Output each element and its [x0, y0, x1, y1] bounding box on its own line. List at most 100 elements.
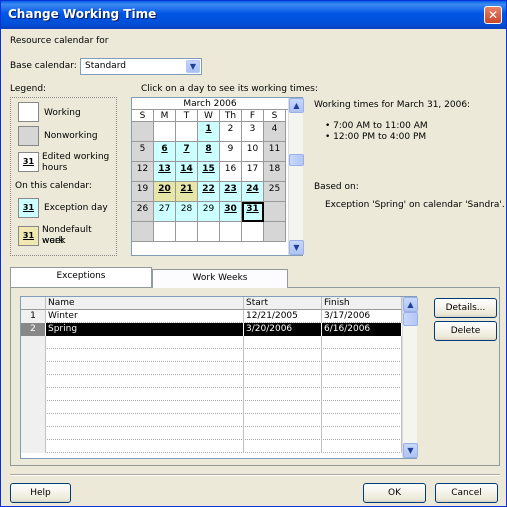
column-header-start[interactable]: Start — [244, 297, 322, 310]
calendar-empty-cell[interactable] — [132, 122, 154, 142]
cancel-button[interactable]: Cancel — [435, 483, 498, 503]
chevron-down-icon[interactable]: ▼ — [186, 60, 200, 73]
row-number[interactable]: 1 — [21, 310, 46, 323]
calendar-day[interactable]: 10 — [242, 142, 264, 162]
calendar-day[interactable]: 20 — [154, 182, 176, 202]
cell-start[interactable] — [244, 401, 322, 414]
scroll-down-icon[interactable]: ▼ — [289, 240, 304, 255]
cell-start[interactable] — [244, 336, 322, 349]
calendar-empty-cell[interactable] — [154, 222, 176, 242]
row-number[interactable] — [21, 427, 46, 440]
cell-name[interactable] — [46, 362, 244, 375]
cell-name[interactable]: Spring — [46, 323, 244, 336]
cell-start[interactable]: 12/21/2005 — [244, 310, 322, 323]
close-button[interactable]: ✕ — [484, 6, 502, 24]
cell-start[interactable] — [244, 427, 322, 440]
base-calendar-select[interactable]: Standard ▼ — [80, 58, 202, 75]
table-row[interactable] — [21, 375, 402, 388]
scroll-up-icon[interactable]: ▲ — [289, 98, 304, 113]
cell-finish[interactable] — [322, 375, 402, 388]
cell-name[interactable] — [46, 388, 244, 401]
month-calendar[interactable]: March 2006 ▲ ▼ S M T W Th F S 1 2 3 4 5 6 7 8 9 10 11 12 13… — [131, 97, 304, 256]
calendar-empty-cell[interactable] — [176, 122, 198, 142]
calendar-day[interactable]: 2 — [220, 122, 242, 142]
row-number[interactable] — [21, 440, 46, 453]
cell-start[interactable] — [244, 375, 322, 388]
cell-start[interactable] — [244, 440, 322, 453]
calendar-day[interactable]: 27 — [154, 202, 176, 222]
row-number[interactable] — [21, 414, 46, 427]
calendar-day[interactable]: 28 — [176, 202, 198, 222]
calendar-day[interactable]: 4 — [264, 122, 286, 142]
calendar-day[interactable]: 7 — [176, 142, 198, 162]
cell-start[interactable]: 3/20/2006 — [244, 323, 322, 336]
calendar-day[interactable]: 19 — [132, 182, 154, 202]
table-row[interactable] — [21, 414, 402, 427]
calendar-empty-cell[interactable] — [264, 202, 286, 222]
cell-name[interactable] — [46, 440, 244, 453]
calendar-day[interactable]: 9 — [220, 142, 242, 162]
delete-button[interactable]: Delete — [434, 321, 497, 341]
cell-finish[interactable] — [322, 388, 402, 401]
calendar-day[interactable]: 22 — [198, 182, 220, 202]
row-number[interactable] — [21, 362, 46, 375]
calendar-day[interactable]: 30 — [220, 202, 242, 222]
calendar-day[interactable]: 31 — [242, 202, 264, 222]
table-row[interactable] — [21, 440, 402, 453]
calendar-day[interactable]: 5 — [132, 142, 154, 162]
cell-finish[interactable] — [322, 401, 402, 414]
tab-work-weeks[interactable]: Work Weeks — [152, 269, 288, 288]
calendar-day[interactable]: 17 — [242, 162, 264, 182]
cell-start[interactable] — [244, 349, 322, 362]
row-number[interactable] — [21, 375, 46, 388]
calendar-empty-cell[interactable] — [132, 222, 154, 242]
scroll-thumb[interactable] — [403, 312, 418, 326]
row-number[interactable] — [21, 401, 46, 414]
column-header-name[interactable]: Name — [46, 297, 244, 310]
calendar-day[interactable]: 13 — [154, 162, 176, 182]
cell-name[interactable] — [46, 414, 244, 427]
calendar-day[interactable]: 11 — [264, 142, 286, 162]
cell-name[interactable] — [46, 349, 244, 362]
cell-finish[interactable] — [322, 427, 402, 440]
calendar-day[interactable]: 18 — [264, 162, 286, 182]
cell-finish[interactable]: 3/17/2006 — [322, 310, 402, 323]
calendar-day[interactable]: 25 — [264, 182, 286, 202]
cell-finish[interactable] — [322, 414, 402, 427]
cell-name[interactable] — [46, 336, 244, 349]
table-row[interactable]: 2 Spring 3/20/2006 6/16/2006 — [21, 323, 402, 336]
table-row[interactable] — [21, 401, 402, 414]
cell-finish[interactable] — [322, 440, 402, 453]
row-number[interactable] — [21, 336, 46, 349]
cell-name[interactable] — [46, 401, 244, 414]
details-button[interactable]: Details... — [434, 298, 497, 318]
calendar-day[interactable]: 26 — [132, 202, 154, 222]
help-button[interactable]: Help — [10, 483, 71, 503]
calendar-day[interactable]: 8 — [198, 142, 220, 162]
cell-finish[interactable]: 6/16/2006 — [322, 323, 402, 336]
table-row[interactable] — [21, 349, 402, 362]
ok-button[interactable]: OK — [363, 483, 426, 503]
table-row[interactable] — [21, 336, 402, 349]
table-row[interactable]: 1 Winter 12/21/2005 3/17/2006 — [21, 310, 402, 323]
calendar-day[interactable]: 21 — [176, 182, 198, 202]
row-number[interactable]: 2 — [21, 323, 46, 336]
cell-name[interactable]: Winter — [46, 310, 244, 323]
table-row[interactable] — [21, 427, 402, 440]
calendar-day[interactable]: 12 — [132, 162, 154, 182]
title-bar[interactable]: Change Working Time ✕ — [1, 1, 506, 29]
calendar-empty-cell[interactable] — [220, 222, 242, 242]
exceptions-table[interactable]: Name Start Finish 1 Winter 12/21/2005 3/17/… — [20, 296, 418, 459]
scroll-thumb[interactable] — [289, 154, 304, 166]
cell-start[interactable] — [244, 388, 322, 401]
table-scrollbar[interactable]: ▲ ▼ — [402, 297, 418, 458]
cell-finish[interactable] — [322, 349, 402, 362]
calendar-day[interactable]: 1 — [198, 122, 220, 142]
calendar-empty-cell[interactable] — [198, 222, 220, 242]
cell-name[interactable] — [46, 427, 244, 440]
calendar-day[interactable]: 6 — [154, 142, 176, 162]
calendar-empty-cell[interactable] — [264, 222, 286, 242]
cell-start[interactable] — [244, 414, 322, 427]
column-header-finish[interactable]: Finish — [322, 297, 402, 310]
cell-finish[interactable] — [322, 362, 402, 375]
